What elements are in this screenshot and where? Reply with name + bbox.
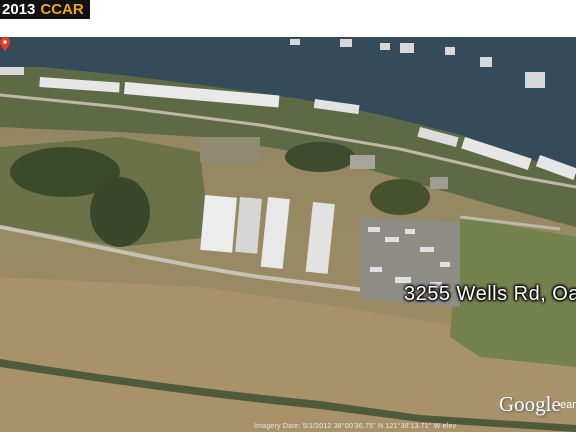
boat xyxy=(368,227,380,232)
ccar-watermark: 2013 CCAR xyxy=(0,0,90,19)
tree-cluster xyxy=(90,177,150,247)
storage-building xyxy=(200,195,237,253)
boat xyxy=(370,267,382,272)
boat xyxy=(405,229,415,234)
boat xyxy=(385,237,399,242)
google-earth-suffix: eart xyxy=(560,399,576,411)
dock xyxy=(400,43,414,53)
tree-cluster xyxy=(370,179,430,215)
dock xyxy=(0,67,24,75)
aerial-imagery xyxy=(0,37,576,432)
watermark-year: 2013 xyxy=(2,1,36,18)
google-logo: Google xyxy=(499,392,561,416)
listing-photo: 2013 CCAR 3255 Wells Rd, Oa Google ear I… xyxy=(0,0,576,432)
building xyxy=(200,137,260,162)
dock xyxy=(340,39,352,47)
dock xyxy=(380,43,390,50)
dock xyxy=(525,72,545,88)
tree-cluster xyxy=(285,142,355,172)
dock xyxy=(290,39,300,45)
building xyxy=(430,177,448,189)
watermark-brand: CCAR xyxy=(40,1,84,18)
address-label: 3255 Wells Rd, Oa xyxy=(404,283,576,305)
satellite-map[interactable]: 3255 Wells Rd, Oa xyxy=(0,37,576,432)
boat xyxy=(420,247,434,252)
imagery-footer: Imagery Date: 5/1/2012 38°00'36.75" N 12… xyxy=(254,423,457,430)
dock xyxy=(480,57,492,67)
location-pin-dot xyxy=(3,40,7,44)
location-pin-shape xyxy=(0,37,10,51)
dock xyxy=(445,47,455,55)
building xyxy=(350,155,375,169)
location-pin-icon[interactable] xyxy=(0,37,10,51)
boat xyxy=(440,262,450,267)
